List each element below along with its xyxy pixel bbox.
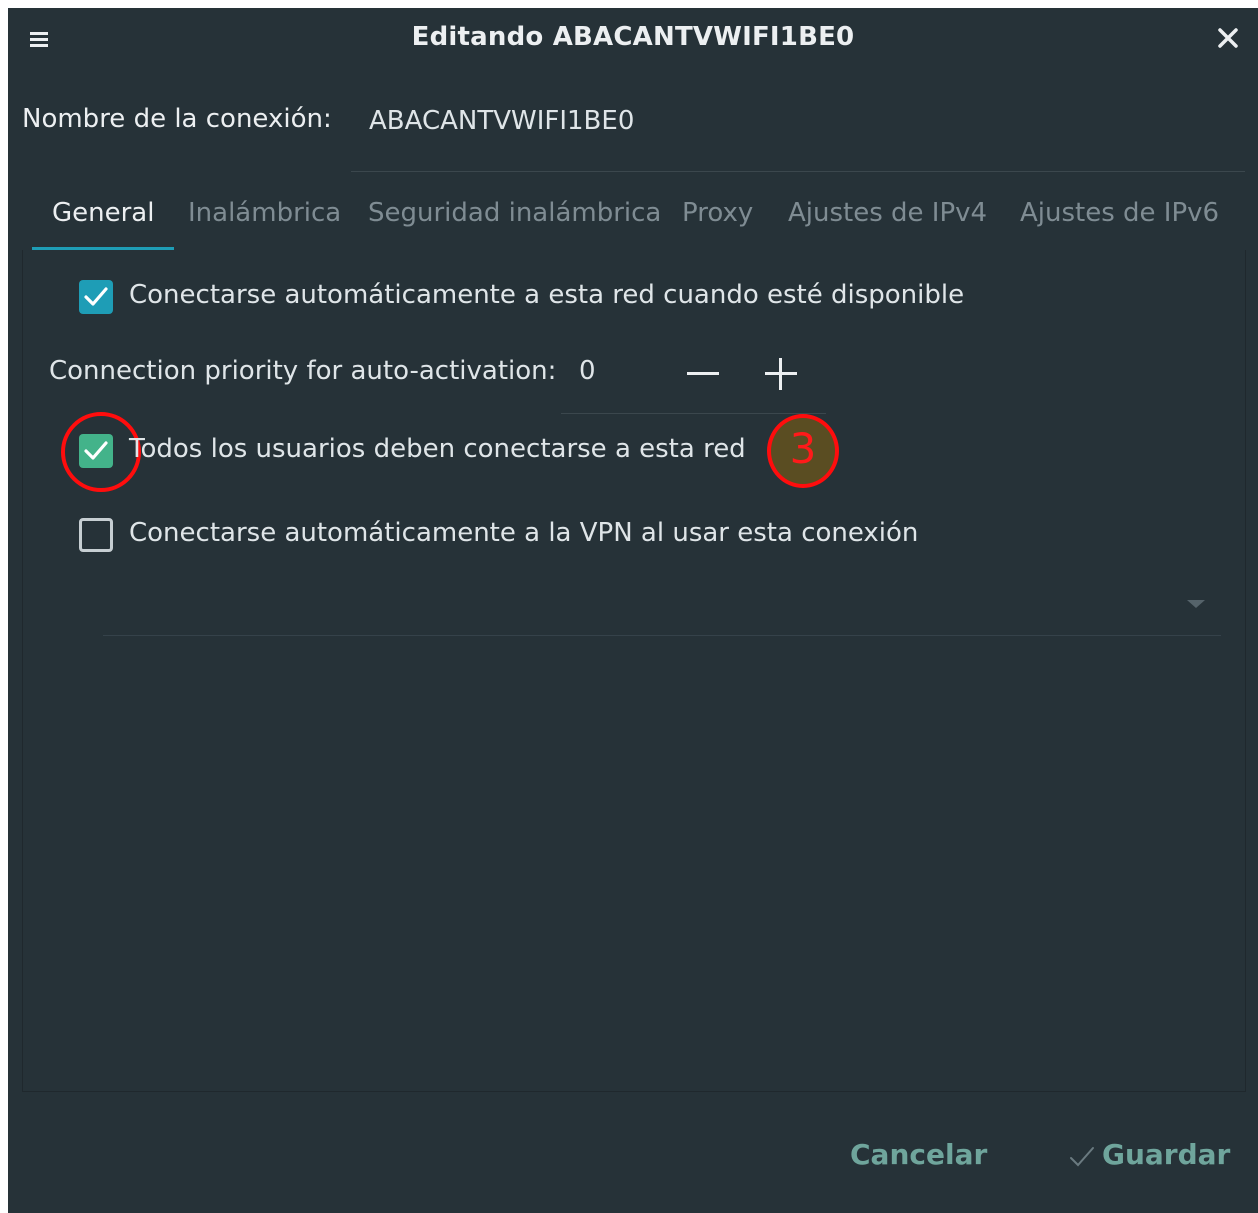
vpn-select-dropdown[interactable] bbox=[103, 572, 1221, 636]
priority-label: Connection priority for auto-activation: bbox=[49, 356, 557, 386]
tab-general[interactable]: General bbox=[32, 192, 175, 250]
plus-icon bbox=[765, 358, 797, 390]
tab-bar: General Inalámbrica Seguridad inalámbric… bbox=[32, 192, 1258, 250]
tab-wireless[interactable]: Inalámbrica bbox=[168, 192, 361, 250]
save-button[interactable]: Guardar bbox=[1068, 1138, 1230, 1171]
check-icon bbox=[1070, 1147, 1094, 1167]
connection-name-label: Nombre de la conexión: bbox=[22, 104, 332, 134]
tab-wireless-security[interactable]: Seguridad inalámbrica bbox=[348, 192, 681, 250]
vpn-auto-connect-checkbox[interactable] bbox=[79, 518, 113, 552]
general-panel: Conectarse automáticamente a esta red cu… bbox=[22, 250, 1246, 1092]
annotation-step-badge: 3 bbox=[767, 414, 839, 488]
vpn-auto-connect-label: Conectarse automáticamente a la VPN al u… bbox=[129, 518, 919, 548]
all-users-label: Todos los usuarios deben conectarse a es… bbox=[129, 434, 746, 464]
check-icon bbox=[84, 441, 108, 460]
dropdown-arrow-icon bbox=[1187, 600, 1205, 608]
tab-ipv6-settings[interactable]: Ajustes de IPv6 bbox=[1000, 192, 1239, 250]
tab-proxy[interactable]: Proxy bbox=[662, 192, 773, 250]
check-icon bbox=[84, 287, 108, 306]
auto-connect-checkbox[interactable] bbox=[79, 280, 113, 314]
connection-name-field[interactable]: ABACANTVWIFI1BE0 bbox=[351, 100, 1245, 172]
tab-ipv4-settings[interactable]: Ajustes de IPv4 bbox=[768, 192, 1007, 250]
priority-stepper[interactable]: 0 bbox=[561, 340, 826, 414]
cancel-button[interactable]: Cancelar bbox=[850, 1138, 987, 1171]
all-users-checkbox[interactable] bbox=[79, 434, 113, 468]
auto-connect-label: Conectarse automáticamente a esta red cu… bbox=[129, 280, 965, 310]
save-button-label: Guardar bbox=[1102, 1138, 1231, 1171]
minus-icon bbox=[687, 372, 719, 375]
decrement-button[interactable] bbox=[681, 352, 725, 396]
increment-button[interactable] bbox=[759, 352, 803, 396]
priority-value[interactable]: 0 bbox=[579, 356, 596, 386]
window-title: Editando ABACANTVWIFI1BE0 bbox=[411, 22, 855, 52]
edit-connection-window: Editando ABACANTVWIFI1BE0 Nombre de la c… bbox=[8, 8, 1258, 1213]
title-bar: Editando ABACANTVWIFI1BE0 bbox=[8, 8, 1258, 70]
close-icon[interactable] bbox=[1208, 22, 1248, 56]
